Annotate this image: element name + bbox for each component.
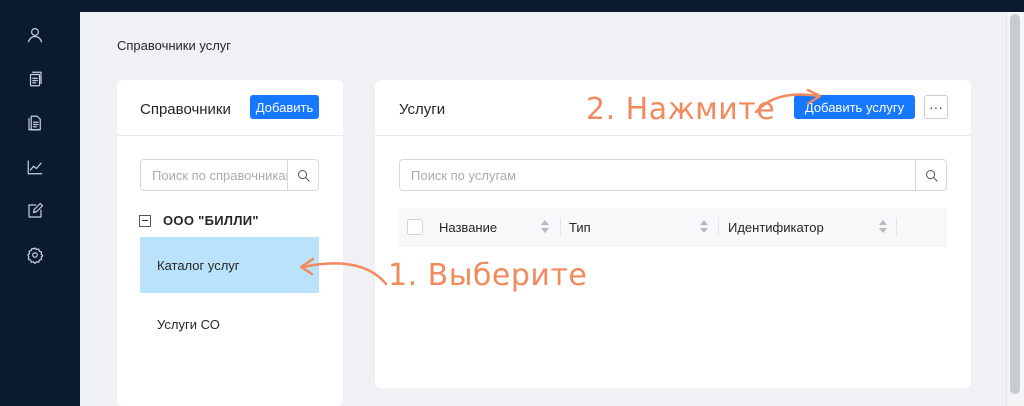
search-button[interactable]	[915, 160, 946, 190]
org-name: ООО "БИЛЛИ"	[163, 213, 259, 228]
chart-icon[interactable]	[23, 155, 47, 179]
column-header-identifier[interactable]: Идентификатор	[728, 208, 824, 246]
documents-icon[interactable]	[23, 67, 47, 91]
tree-item-services-so[interactable]: Услуги СО	[140, 296, 319, 352]
column-header-type[interactable]: Тип	[569, 208, 591, 246]
directories-search	[140, 159, 319, 191]
add-directory-button[interactable]: Добавить	[250, 95, 319, 119]
divider	[375, 135, 971, 136]
more-options-button[interactable]: ···	[924, 95, 948, 119]
column-divider	[718, 218, 719, 236]
directories-panel: Справочники Добавить ООО "БИЛЛИ" Каталог…	[117, 80, 343, 406]
select-all-checkbox[interactable]	[407, 219, 423, 235]
sidebar	[0, 0, 80, 406]
edit-icon[interactable]	[23, 199, 47, 223]
page-title: Справочники услуг	[117, 38, 232, 53]
org-node: ООО "БИЛЛИ"	[139, 213, 259, 228]
annotation-step-1: 1. Выберите	[388, 258, 588, 293]
tree-item-label: Услуги СО	[157, 316, 220, 332]
add-service-button[interactable]: Добавить услугу	[794, 95, 915, 119]
collapse-toggle-icon[interactable]	[139, 214, 151, 227]
search-button[interactable]	[287, 160, 318, 190]
directories-search-input[interactable]	[141, 160, 288, 190]
sort-icon[interactable]	[699, 220, 709, 234]
search-icon	[297, 169, 310, 182]
tree-item-catalog[interactable]: Каталог услуг	[140, 237, 319, 293]
table-header: Название Тип Идентификатор	[399, 208, 947, 246]
search-icon	[925, 169, 938, 182]
scrollbar-thumb[interactable]	[1010, 14, 1020, 394]
document-list-icon[interactable]	[23, 111, 47, 135]
user-icon[interactable]	[23, 23, 47, 47]
annotation-step-2: 2. Нажмите	[586, 92, 776, 127]
services-title: Услуги	[399, 101, 446, 118]
column-header-name[interactable]: Название	[439, 208, 497, 246]
services-search-input[interactable]	[400, 160, 916, 190]
divider	[117, 135, 343, 136]
column-divider	[560, 218, 561, 236]
sort-icon[interactable]	[540, 220, 550, 234]
sort-icon[interactable]	[878, 220, 888, 234]
tree-item-label: Каталог услуг	[157, 257, 240, 273]
directories-title: Справочники	[140, 101, 231, 118]
column-divider	[896, 218, 897, 236]
settings-icon[interactable]	[23, 243, 47, 267]
services-search	[399, 159, 947, 191]
